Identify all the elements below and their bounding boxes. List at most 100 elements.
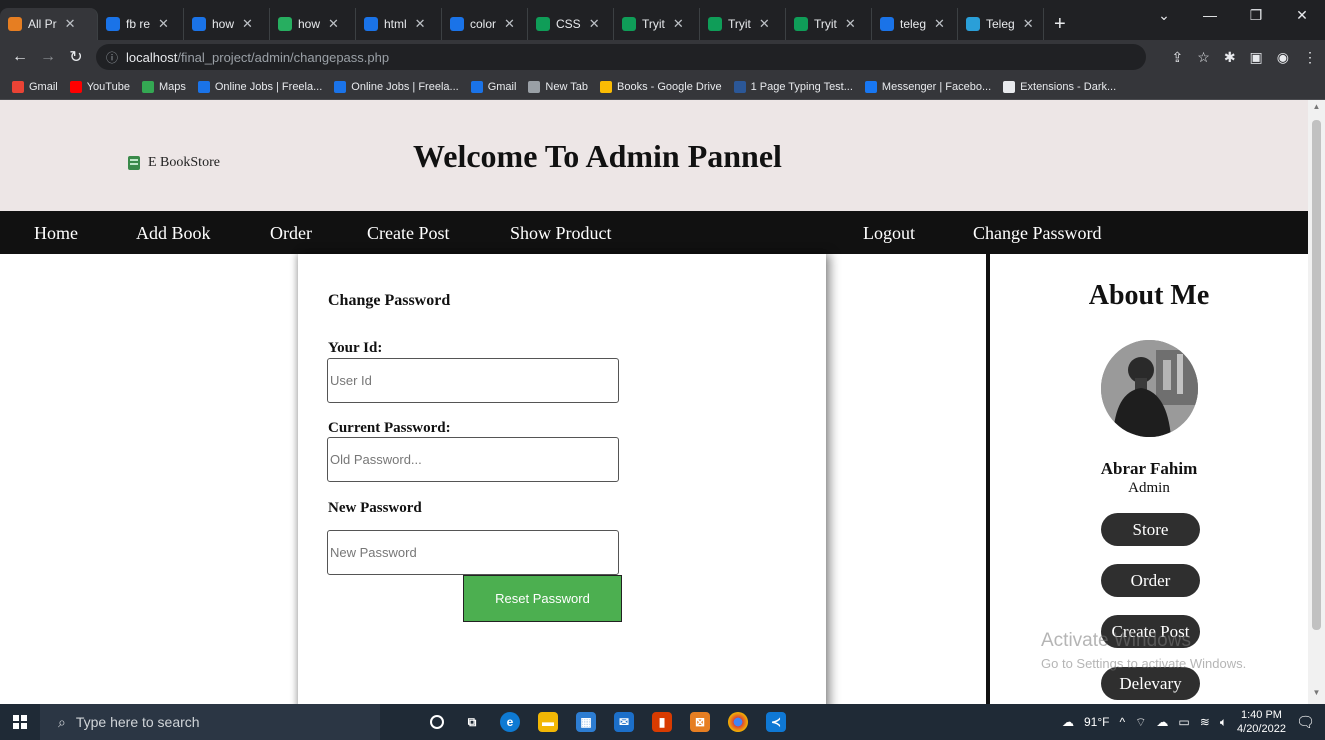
sidebar-delivery-button[interactable]: Delevary (1101, 667, 1200, 700)
bookmark-item[interactable]: Books - Google Drive (600, 80, 722, 93)
browser-tab[interactable]: CSS ✕ (528, 8, 614, 40)
browser-tab[interactable]: Tryit ✕ (700, 8, 786, 40)
tab-close-icon[interactable]: ✕ (242, 16, 253, 32)
task-view-icon[interactable]: ⧉ (462, 712, 482, 732)
nav-show-product[interactable]: Show Product (510, 223, 612, 244)
office-icon[interactable]: ▮ (652, 712, 672, 732)
tray-chevron-icon[interactable]: ^ (1119, 715, 1125, 729)
edge-icon[interactable]: e (500, 712, 520, 732)
restore-icon[interactable]: ❐ (1233, 0, 1279, 30)
battery-icon[interactable]: ▭ (1178, 715, 1189, 729)
scrollbar-thumb[interactable] (1312, 120, 1321, 630)
scroll-down-icon[interactable]: ▼ (1308, 688, 1325, 702)
browser-tab[interactable]: how ✕ (184, 8, 270, 40)
reload-icon[interactable]: ↻ (62, 47, 90, 67)
forward-icon[interactable]: → (34, 48, 62, 66)
back-icon[interactable]: ← (6, 48, 34, 66)
user-id-input[interactable] (327, 358, 619, 403)
tab-close-icon[interactable]: ✕ (415, 16, 426, 32)
page-scrollbar[interactable]: ▲ ▼ (1308, 100, 1325, 704)
bookmark-label: 1 Page Typing Test... (750, 80, 853, 93)
nav-create-post[interactable]: Create Post (367, 223, 450, 244)
browser-tab[interactable]: color ✕ (442, 8, 528, 40)
nav-add-book[interactable]: Add Book (136, 223, 211, 244)
sidebar-store-button[interactable]: Store (1101, 513, 1200, 546)
address-bar[interactable]: ⓘ localhost/final_project/admin/changepa… (96, 44, 1146, 70)
taskbar-clock[interactable]: 1:40 PM 4/20/2022 (1237, 708, 1286, 736)
tab-close-icon[interactable]: ✕ (934, 16, 945, 32)
sidebar-order-button[interactable]: Order (1101, 564, 1200, 597)
tab-favicon-icon (192, 17, 206, 31)
tab-close-icon[interactable]: ✕ (845, 16, 856, 32)
bookmark-label: Gmail (487, 80, 517, 93)
tab-search-icon[interactable]: ⌄ (1141, 0, 1187, 30)
vscode-icon[interactable]: ≺ (766, 712, 786, 732)
bookmark-item[interactable]: 1 Page Typing Test... (733, 80, 853, 93)
info-icon[interactable]: ⓘ (106, 49, 118, 66)
bookmark-item[interactable]: Online Jobs | Freela... (197, 80, 322, 93)
bookmark-item[interactable]: Maps (141, 80, 186, 93)
profile-icon[interactable]: ◉ (1277, 49, 1289, 66)
bookmark-item[interactable]: Online Jobs | Freela... (334, 80, 459, 93)
tab-label: fb re (126, 17, 151, 31)
browser-tab[interactable]: All Pr ✕ (0, 8, 98, 40)
tab-close-icon[interactable]: ✕ (65, 16, 76, 32)
bookmark-item[interactable]: YouTube (69, 80, 130, 93)
side-panel-icon[interactable]: ▣ (1250, 49, 1263, 66)
nav-home[interactable]: Home (34, 223, 78, 244)
bookmark-item[interactable]: Gmail (470, 80, 517, 93)
tab-close-icon[interactable]: ✕ (673, 16, 684, 32)
xampp-icon[interactable]: ⊠ (690, 712, 710, 732)
menu-icon[interactable]: ⋮ (1303, 49, 1317, 66)
minimize-icon[interactable]: — (1187, 0, 1233, 30)
share-icon[interactable]: ⇪ (1172, 49, 1184, 66)
file-explorer-icon[interactable]: ▬ (538, 712, 558, 732)
bookmark-item[interactable]: Gmail (12, 80, 58, 93)
scroll-up-icon[interactable]: ▲ (1308, 102, 1325, 116)
tab-label: color (470, 17, 497, 31)
bookmark-star-icon[interactable]: ☆ (1197, 49, 1210, 66)
bookmark-item[interactable]: New Tab (528, 80, 588, 93)
bookmark-item[interactable]: Extensions - Dark... (1003, 80, 1116, 93)
weather-icon[interactable]: ☁ (1062, 715, 1074, 729)
browser-tab[interactable]: Teleg ✕ (958, 8, 1044, 40)
reset-password-button[interactable]: Reset Password (463, 575, 622, 622)
store-icon[interactable]: ▦ (576, 712, 596, 732)
start-button[interactable] (0, 704, 40, 740)
new-tab-button[interactable]: + (1044, 8, 1076, 40)
tab-close-icon[interactable]: ✕ (158, 16, 169, 32)
network-icon[interactable]: ⌔ (1135, 715, 1146, 730)
weather-temp[interactable]: 91°F (1084, 715, 1109, 729)
onedrive-icon[interactable]: ☁ (1156, 715, 1168, 729)
bookmark-item[interactable]: Messenger | Facebo... (864, 80, 991, 93)
clock-date: 4/20/2022 (1237, 723, 1286, 735)
browser-tab[interactable]: fb re ✕ (98, 8, 184, 40)
tab-close-icon[interactable]: ✕ (504, 16, 515, 32)
browser-tab[interactable]: Tryit ✕ (614, 8, 700, 40)
nav-order[interactable]: Order (270, 223, 312, 244)
browser-tab[interactable]: html ✕ (356, 8, 442, 40)
taskbar-search[interactable]: ⌕ Type here to search (40, 704, 380, 740)
nav-change-password[interactable]: Change Password (973, 223, 1102, 244)
cortana-icon[interactable] (430, 715, 444, 729)
tab-close-icon[interactable]: ✕ (1023, 16, 1034, 32)
extensions-icon[interactable]: ✱ (1224, 49, 1236, 66)
volume-icon[interactable]: 🔈︎ (1220, 715, 1227, 730)
browser-tab[interactable]: how ✕ (270, 8, 356, 40)
new-password-input[interactable] (327, 530, 619, 575)
wifi-icon[interactable]: ≋ (1200, 715, 1210, 729)
site-logo[interactable]: E BookStore (128, 155, 220, 171)
current-password-input[interactable] (327, 437, 619, 482)
mail-icon[interactable]: ✉ (614, 712, 634, 732)
tab-close-icon[interactable]: ✕ (328, 16, 339, 32)
browser-tab[interactable]: Tryit ✕ (786, 8, 872, 40)
tab-close-icon[interactable]: ✕ (759, 16, 770, 32)
tab-close-icon[interactable]: ✕ (589, 16, 600, 32)
tab-label: Tryit (642, 17, 665, 31)
close-window-icon[interactable]: ✕ (1279, 0, 1325, 30)
nav-logout[interactable]: Logout (863, 223, 915, 244)
notifications-icon[interactable]: 🗨︎ (1296, 713, 1315, 731)
browser-tab[interactable]: teleg ✕ (872, 8, 958, 40)
watermark-line1: Activate Windows (1041, 630, 1191, 651)
chrome-icon[interactable] (728, 712, 748, 732)
